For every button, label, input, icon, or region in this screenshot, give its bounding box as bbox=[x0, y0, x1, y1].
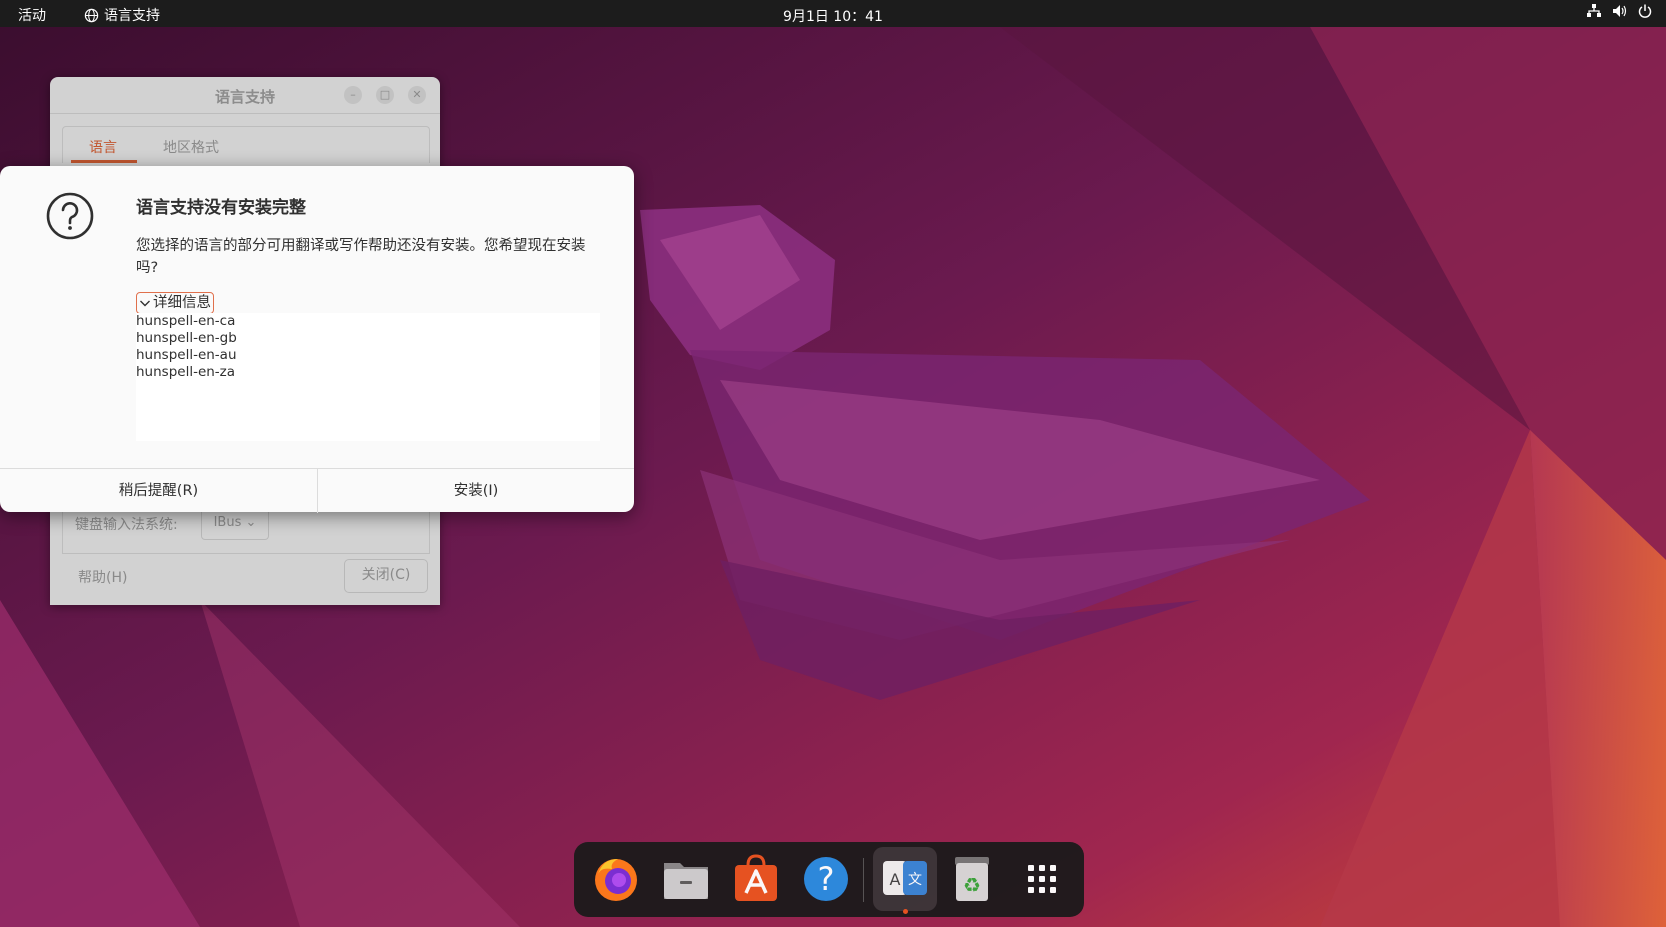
svg-text:A: A bbox=[890, 870, 901, 889]
install-language-dialog: 语言支持没有安装完整 您选择的语言的部分可用翻译或写作帮助还没有安装。您希望现在… bbox=[0, 166, 634, 513]
dialog-heading: 语言支持没有安装完整 bbox=[136, 198, 306, 218]
list-item: hunspell-en-au bbox=[136, 347, 237, 363]
keyboard-input-value: IBus bbox=[213, 515, 242, 530]
network-icon bbox=[1587, 4, 1601, 17]
trash-icon[interactable]: ♻ bbox=[944, 851, 1000, 907]
dock: ? A 文 ♻ bbox=[574, 842, 1084, 917]
app-center-icon[interactable] bbox=[728, 851, 784, 907]
app-menu-label: 语言支持 bbox=[104, 8, 160, 24]
details-expander[interactable]: 详细信息 bbox=[136, 292, 214, 314]
globe-icon bbox=[84, 8, 99, 22]
install-button[interactable]: 安装(I) bbox=[318, 469, 634, 513]
svg-text:♻: ♻ bbox=[963, 873, 981, 897]
list-item: hunspell-en-za bbox=[136, 364, 236, 380]
activities-button[interactable]: 活动 bbox=[18, 5, 46, 25]
window-titlebar[interactable]: 语言支持 – □ ✕ bbox=[50, 77, 440, 114]
language-support-icon[interactable]: A 文 bbox=[877, 851, 933, 907]
close-button[interactable]: 关闭(C) bbox=[344, 559, 428, 593]
list-item: hunspell-en-ca bbox=[136, 313, 236, 329]
dock-separator bbox=[863, 858, 864, 902]
svg-text:文: 文 bbox=[908, 872, 922, 888]
firefox-icon[interactable] bbox=[588, 851, 644, 907]
running-indicator bbox=[903, 909, 908, 914]
show-apps-icon[interactable] bbox=[1014, 851, 1070, 907]
package-list[interactable]: hunspell-en-ca hunspell-en-gb hunspell-e… bbox=[136, 313, 600, 441]
system-tray[interactable] bbox=[1586, 4, 1652, 18]
maximize-button[interactable]: □ bbox=[376, 86, 394, 104]
minimize-button[interactable]: – bbox=[344, 86, 362, 104]
help-button[interactable]: 帮助(H) bbox=[78, 567, 127, 587]
list-item: hunspell-en-gb bbox=[136, 330, 237, 346]
active-tab-indicator bbox=[71, 160, 137, 163]
remind-later-button[interactable]: 稍后提醒(R) bbox=[0, 469, 318, 513]
tab-bar: 语言 地区格式 bbox=[62, 126, 430, 163]
top-bar: 活动 语言支持 9月1日 10：41 bbox=[0, 0, 1666, 27]
tab-language[interactable]: 语言 bbox=[89, 137, 117, 157]
svg-text:?: ? bbox=[818, 860, 835, 898]
clock[interactable]: 9月1日 10：41 bbox=[783, 9, 883, 25]
app-menu[interactable]: 语言支持 bbox=[84, 5, 160, 25]
chevron-down-icon: ⌄ bbox=[245, 515, 257, 530]
dialog-button-row: 稍后提醒(R) 安装(I) bbox=[0, 468, 634, 513]
keyboard-input-label: 键盘输入法系统: bbox=[75, 517, 178, 533]
window-close-button[interactable]: ✕ bbox=[408, 86, 426, 104]
chevron-down-icon bbox=[140, 300, 150, 307]
volume-icon bbox=[1613, 5, 1627, 17]
tab-regional-formats[interactable]: 地区格式 bbox=[163, 137, 219, 157]
power-icon bbox=[1638, 4, 1652, 18]
details-label: 详细信息 bbox=[153, 294, 211, 311]
files-icon[interactable] bbox=[658, 851, 714, 907]
question-icon bbox=[46, 192, 94, 240]
help-icon[interactable]: ? bbox=[798, 851, 854, 907]
dialog-message: 您选择的语言的部分可用翻译或写作帮助还没有安装。您希望现在安装吗? bbox=[136, 238, 586, 276]
